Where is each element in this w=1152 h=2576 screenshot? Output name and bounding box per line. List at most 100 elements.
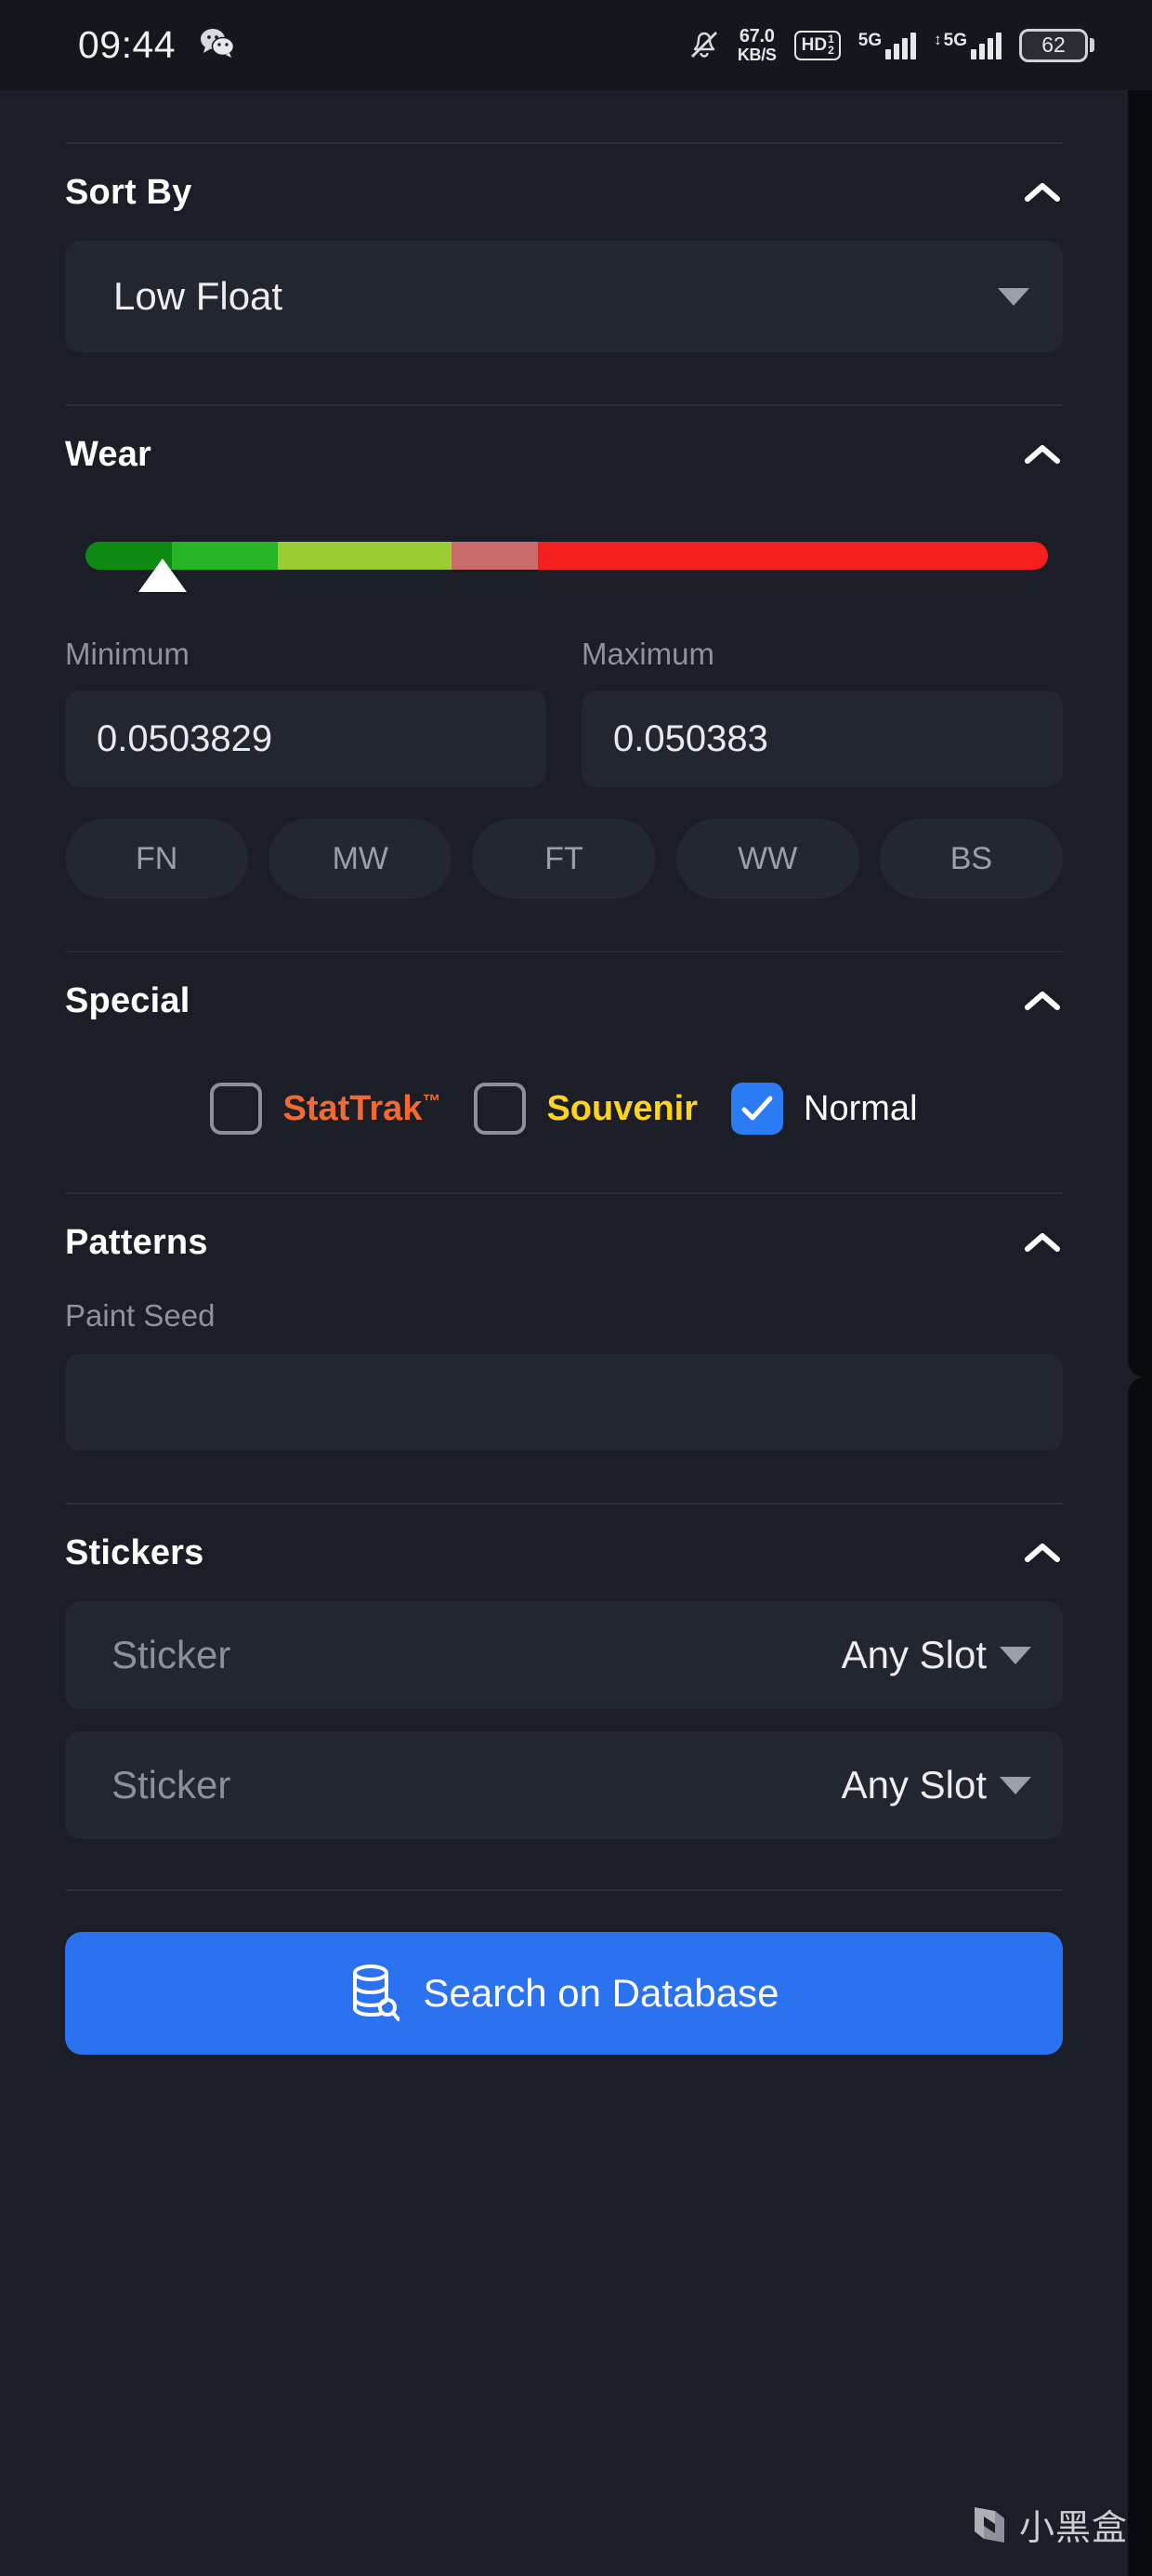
data-transfer-icon: ↕ [934, 30, 942, 48]
wear-chip-bs[interactable]: BS [879, 819, 1064, 899]
hd-sim-fraction: 1 2 [828, 33, 834, 57]
special-option-normal[interactable]: Normal [731, 1083, 918, 1135]
checkbox-unchecked[interactable] [474, 1083, 527, 1135]
paint-seed-input[interactable] [65, 1354, 1063, 1451]
bell-muted-icon [688, 30, 720, 61]
sticker-input-placeholder[interactable]: Sticker [111, 1633, 842, 1677]
network-speed-indicator: 67.0 KB/S [738, 27, 777, 63]
section-title: Wear [65, 434, 152, 474]
network-speed-value: 67.0 [739, 26, 775, 47]
chevron-up-icon[interactable] [1022, 434, 1063, 475]
battery-indicator: 62 [1019, 28, 1094, 62]
section-patterns: Patterns Paint Seed [65, 1194, 1063, 1503]
sticker-input-placeholder[interactable]: Sticker [111, 1763, 842, 1807]
chevron-up-icon[interactable] [1022, 1222, 1063, 1263]
section-title: Special [65, 980, 190, 1020]
section-title: Sort By [65, 172, 192, 212]
status-clock: 09:44 [78, 23, 177, 66]
chevron-up-icon[interactable] [1022, 1532, 1063, 1573]
filter-panel: Sort By Low Float Wear Minimum 0.0503829… [0, 90, 1128, 2576]
wear-chip-fn[interactable]: FN [65, 819, 249, 899]
phone-screen: 09:44 67.0 KB/S HD 1 2 5G ↕ 5G 62 Sort B… [0, 0, 1152, 2576]
wear-range-inputs: Minimum 0.0503829 Maximum 0.050383 [65, 637, 1063, 787]
sticker-slot-value: Any Slot [841, 1633, 987, 1676]
status-bar-left: 09:44 [78, 23, 235, 67]
battery-tip [1090, 38, 1094, 52]
watermark: 小黑盒 [969, 2499, 1128, 2550]
section-header-stickers[interactable]: Stickers [65, 1505, 1063, 1601]
wear-segment [451, 542, 538, 570]
section-stickers: Stickers Sticker Any Slot Sticker Any Slot [65, 1505, 1063, 1889]
wear-condition-chips: FN MW FT WW BS [65, 819, 1064, 899]
wear-chip-ww[interactable]: WW [675, 819, 859, 899]
sticker-rows: Sticker Any Slot Sticker Any Slot [65, 1601, 1063, 1839]
caret-down-icon[interactable] [998, 287, 1029, 306]
checkbox-checked[interactable] [731, 1083, 784, 1135]
wechat-icon [200, 28, 235, 62]
xiaoheihe-logo-icon [969, 2504, 1010, 2546]
section-header-patterns[interactable]: Patterns [65, 1194, 1063, 1291]
checkmark-icon [741, 1096, 773, 1121]
special-option-label: Souvenir [546, 1088, 699, 1128]
screen-edge-overlay-bottom [1128, 1377, 1152, 2576]
wear-slider[interactable] [65, 521, 1063, 611]
section-title: Stickers [65, 1532, 204, 1572]
signal-bars-icon [971, 32, 1001, 59]
search-button-label: Search on Database [423, 1971, 779, 2015]
sort-by-value: Low Float [113, 274, 283, 318]
special-option-stattrak[interactable]: StatTrak™ [210, 1083, 474, 1135]
section-wear: Wear Minimum 0.0503829 Maximum 0.050383 … [65, 406, 1064, 951]
wear-segment [172, 542, 279, 570]
section-special: Special StatTrak™ Souvenir Normal [65, 953, 1063, 1192]
special-options: StatTrak™ Souvenir Normal [65, 1083, 1063, 1140]
search-on-database-button[interactable]: Search on Database [65, 1932, 1063, 2055]
section-header-special[interactable]: Special [65, 953, 1063, 1049]
database-search-icon [349, 1965, 399, 2022]
wear-segment [537, 542, 1048, 570]
sticker-row[interactable]: Sticker Any Slot [65, 1601, 1063, 1709]
section-title: Patterns [65, 1222, 208, 1262]
network-speed-unit: KB/S [737, 45, 777, 64]
special-option-souvenir[interactable]: Souvenir [474, 1083, 731, 1135]
hd-sim-bottom: 2 [828, 43, 834, 57]
screen-edge-overlay-top [1128, 90, 1152, 1377]
signal-sim1: 5G [857, 30, 917, 59]
minimum-label: Minimum [65, 637, 190, 671]
trademark-symbol: ™ [422, 1090, 441, 1111]
hd-label: HD [801, 35, 828, 55]
wear-chip-mw[interactable]: MW [268, 819, 452, 899]
wear-minimum-group: Minimum 0.0503829 [65, 637, 546, 787]
checkbox-unchecked[interactable] [210, 1083, 263, 1135]
wear-maximum-group: Maximum 0.050383 [582, 637, 1063, 787]
battery-level: 62 [1041, 33, 1066, 57]
special-option-label: Normal [804, 1088, 918, 1128]
battery-icon: 62 [1019, 28, 1088, 62]
wear-gradient-track [85, 542, 1048, 570]
signal-sim1-label: 5G [857, 30, 883, 50]
caret-down-icon[interactable] [1000, 1646, 1031, 1664]
divider [65, 1889, 1063, 1891]
chevron-up-icon[interactable] [1022, 172, 1063, 213]
wear-chip-ft[interactable]: FT [472, 819, 656, 899]
special-option-label: StatTrak™ [282, 1088, 441, 1128]
signal-sim2-label: 5G [943, 30, 967, 50]
maximum-label: Maximum [582, 637, 715, 671]
hd-voice-icon: HD 1 2 [793, 30, 841, 60]
status-bar-right: 67.0 KB/S HD 1 2 5G ↕ 5G 62 [688, 27, 1094, 63]
paint-seed-label: Paint Seed [65, 1298, 216, 1333]
section-sort-by: Sort By Low Float [65, 144, 1063, 404]
sticker-slot-value: Any Slot [841, 1763, 987, 1807]
caret-down-icon[interactable] [1000, 1776, 1031, 1794]
sort-by-dropdown[interactable]: Low Float [65, 241, 1063, 352]
signal-sim2: ↕ 5G [934, 32, 1001, 59]
section-header-sort-by[interactable]: Sort By [65, 144, 1063, 241]
maximum-input[interactable]: 0.050383 [582, 690, 1063, 787]
signal-bars-icon [885, 32, 917, 59]
section-header-wear[interactable]: Wear [65, 406, 1063, 503]
sticker-row[interactable]: Sticker Any Slot [65, 1731, 1063, 1839]
wear-segment [278, 542, 452, 570]
status-bar: 09:44 67.0 KB/S HD 1 2 5G ↕ 5G 62 [0, 0, 1152, 90]
minimum-input[interactable]: 0.0503829 [65, 690, 546, 787]
wear-slider-thumb[interactable] [137, 559, 187, 592]
chevron-up-icon[interactable] [1022, 980, 1063, 1021]
